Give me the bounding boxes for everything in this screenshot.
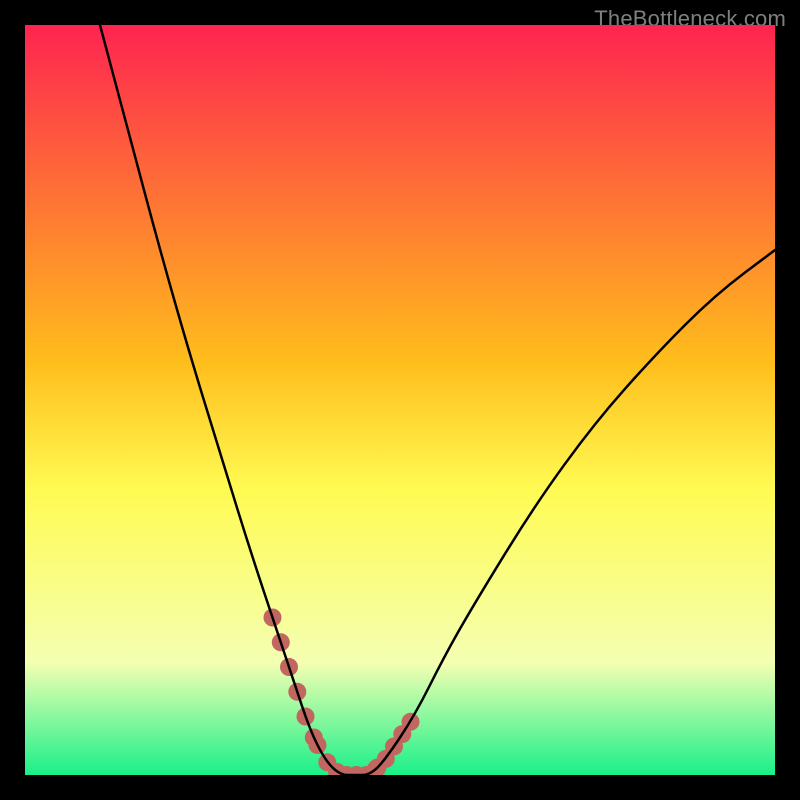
gradient-bg: [25, 25, 775, 775]
plot-area: [25, 25, 775, 775]
plot-frame: [25, 25, 775, 775]
chart-svg: [25, 25, 775, 775]
